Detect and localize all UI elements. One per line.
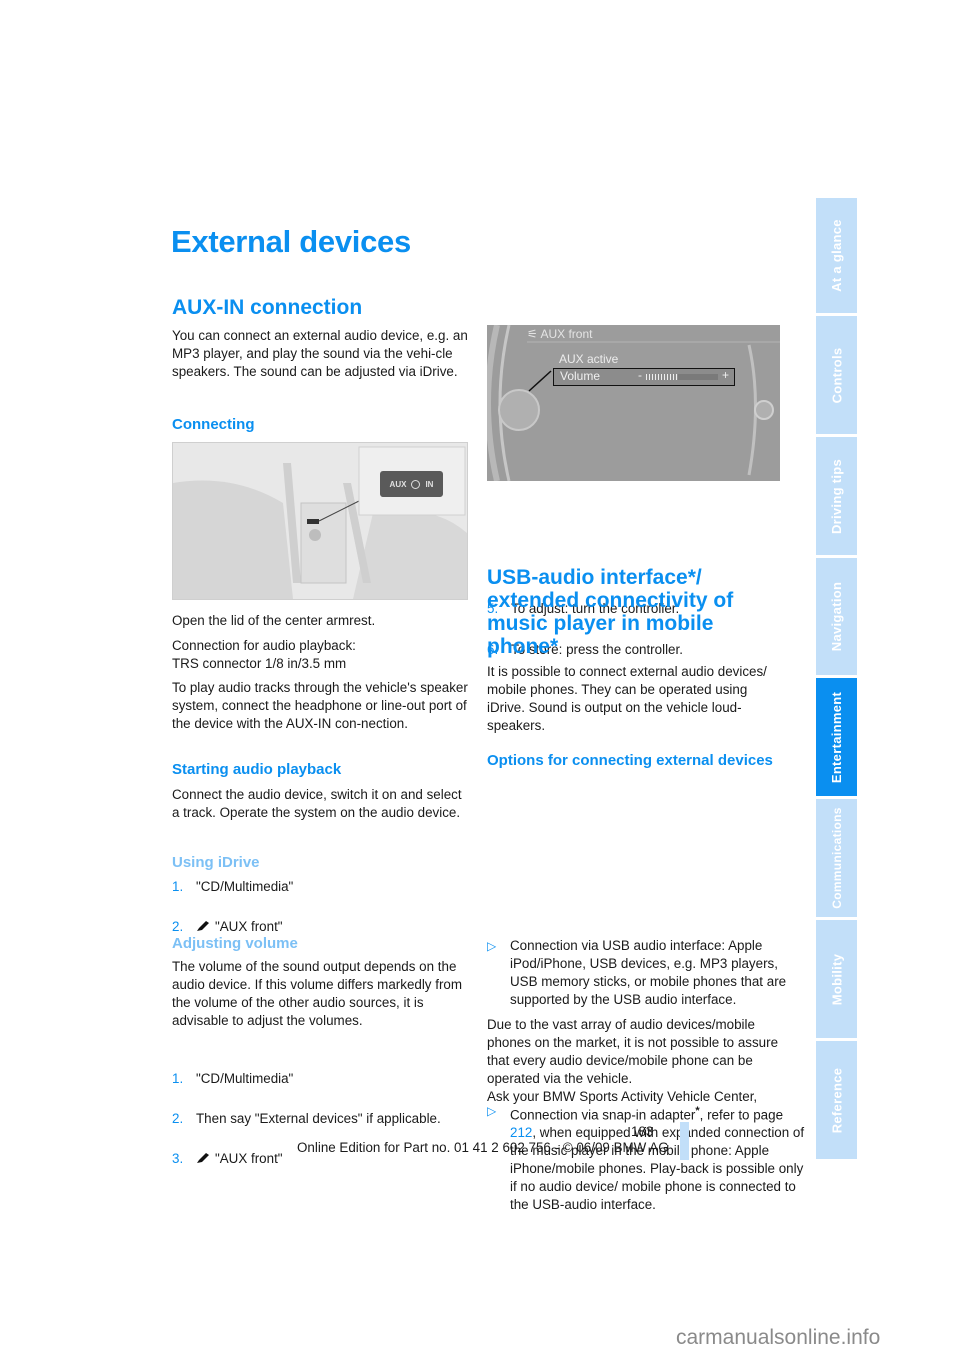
- sidebar-tab-reference[interactable]: Reference: [816, 1041, 857, 1159]
- idrive-heading: Using iDrive: [172, 854, 260, 871]
- connecting-p3: To play audio tracks through the vehicle…: [172, 680, 468, 731]
- footer-marker: [680, 1122, 689, 1160]
- sidebar-tab-at-a-glance[interactable]: At a glance: [816, 198, 857, 313]
- usb-heading: USB-audio interface*/ extended connectiv…: [487, 566, 734, 658]
- connecting-p1: Open the lid of the center armrest.: [172, 613, 376, 628]
- armrest-aux-figure: AUX IN: [172, 442, 468, 600]
- screen-title: ⚟ AUX front: [527, 327, 593, 341]
- volume-step-2: 2. Then say "External devices" if applica…: [172, 1111, 441, 1126]
- option-bullet-usb: ▷ Connection via USB audio interface: Ap…: [487, 938, 787, 1007]
- sidebar-tab-entertainment[interactable]: Entertainment: [816, 678, 857, 796]
- aux-jack-icon: [411, 479, 421, 489]
- screen-item-volume[interactable]: Volume - +: [553, 368, 735, 386]
- screen-item-aux-active[interactable]: AUX active: [559, 352, 618, 366]
- options-heading: Options for connecting external devices: [487, 752, 773, 769]
- armrest-illustration: [173, 443, 467, 599]
- aux-heading: AUX-IN connection: [172, 296, 363, 319]
- plug-icon: [197, 1153, 209, 1163]
- volume-text: The volume of the sound output depends o…: [172, 959, 463, 1028]
- sidebar-tab-navigation[interactable]: Navigation: [816, 558, 857, 675]
- idrive-step-2: 2. "AUX front": [172, 919, 283, 934]
- aux-socket-label: AUX IN: [380, 471, 443, 497]
- option-bullet-snap-in: ▷ Connection via snap-in adapter*, refer…: [487, 1104, 805, 1213]
- volume-slider-fill: [646, 374, 679, 380]
- page-title: External devices: [171, 224, 411, 259]
- usb-closing-1: Due to the vast array of audio devices/m…: [487, 1017, 779, 1086]
- volume-heading: Adjusting volume: [172, 935, 298, 952]
- connecting-heading: Connecting: [172, 416, 255, 433]
- sidebar-tab-driving-tips[interactable]: Driving tips: [816, 437, 857, 555]
- plug-icon: [197, 921, 209, 931]
- usb-closing-2: Ask your BMW Sports Activity Vehicle Cen…: [487, 1089, 758, 1104]
- edition-footer: Online Edition for Part no. 01 41 2 602 …: [297, 1140, 669, 1155]
- idrive-step-1: 1. "CD/Multimedia": [172, 879, 294, 894]
- sidebar-tab-mobility[interactable]: Mobility: [816, 920, 857, 1038]
- volume-slider-track[interactable]: [646, 374, 718, 380]
- sidebar-tab-communications[interactable]: Communications: [816, 799, 857, 917]
- sidebar-tab-controls[interactable]: Controls: [816, 316, 857, 434]
- page-number: 183: [631, 1124, 654, 1139]
- page-link-212[interactable]: 212: [510, 1125, 532, 1140]
- aux-intro: You can connect an external audio device…: [172, 328, 468, 379]
- idrive-volume-screen: ⚟ AUX front AUX active Volume - +: [487, 325, 780, 481]
- starting-heading: Starting audio playback: [172, 761, 342, 778]
- starting-text: Connect the audio device, switch it on a…: [172, 787, 462, 820]
- connecting-p2a: Connection for audio playback:: [172, 638, 356, 653]
- connecting-p2b: TRS connector 1/8 in/3.5 mm: [172, 656, 347, 671]
- watermark: carmanualsonline.info: [676, 1326, 881, 1349]
- volume-step-1: 1. "CD/Multimedia": [172, 1071, 294, 1086]
- idrive-screen-frame: [487, 325, 780, 481]
- usb-intro: It is possible to connect external audio…: [487, 664, 767, 733]
- bullet-triangle-icon: ▷: [487, 939, 497, 953]
- aux-menu-icon: ⚟: [527, 327, 541, 341]
